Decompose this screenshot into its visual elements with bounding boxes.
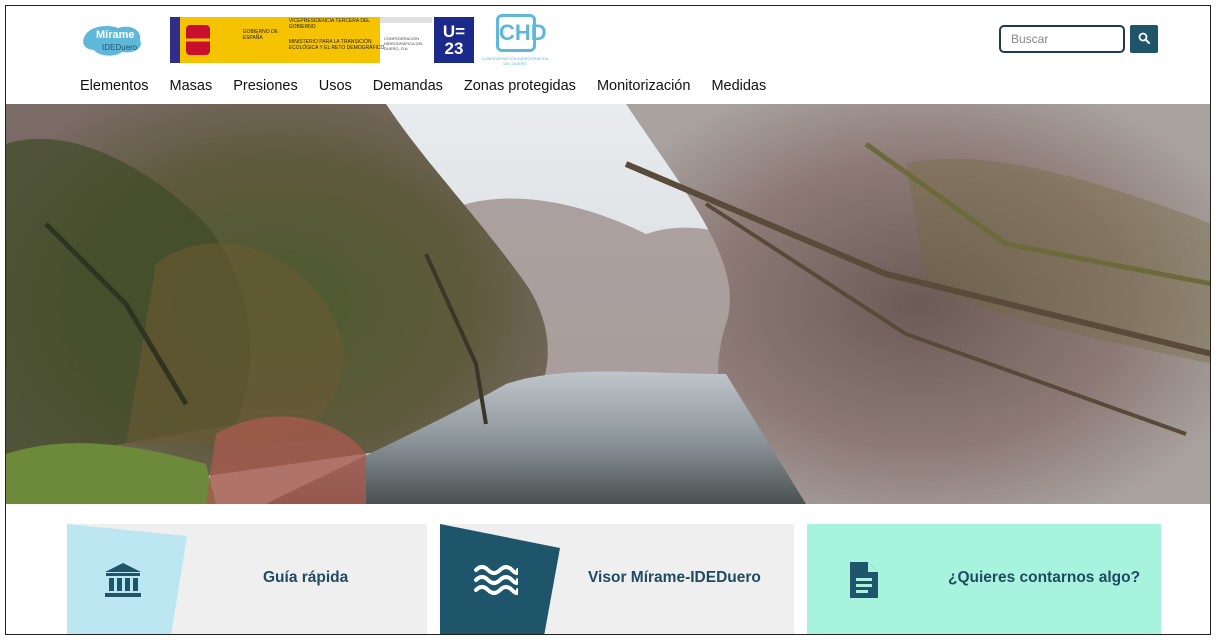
search-button[interactable]: [1130, 25, 1158, 53]
site-header: Mírame IDEDuero GOBIERNO DE ESPAÑA VICEP…: [6, 6, 1210, 104]
document-icon: [841, 558, 885, 602]
chd-subtitle: CONFEDERACIÓN HIDROGRÁFICA DEL DUERO: [481, 56, 549, 66]
ministerio-text: MINISTERIO PARA LA TRANSICIÓN ECOLÓGICA …: [288, 39, 385, 51]
search-input[interactable]: [999, 25, 1125, 53]
page-frame: Mírame IDEDuero GOBIERNO DE ESPAÑA VICEP…: [5, 5, 1211, 635]
u23-bottom-text: 23: [444, 39, 464, 58]
mirame-ideduero-logo[interactable]: Mírame IDEDuero: [78, 20, 148, 60]
main-nav: Elementos Masas Presiones Usos Demandas …: [80, 76, 787, 98]
confederacion-text: CONFEDERACIÓN HIDROGRÁFICA DEL DUERO, O.…: [384, 36, 424, 51]
visor-label: Visor Mírame-IDEDuero: [588, 569, 761, 586]
nav-item-zonas-protegidas[interactable]: Zonas protegidas: [464, 76, 576, 98]
guia-rapida-label: Guía rápida: [263, 569, 349, 586]
logo-divider: [380, 17, 432, 23]
u23-top-text: U=: [442, 22, 466, 41]
vicepresidencia-text: VICEPRESIDENCIA TERCERA DEL GOBIERNO: [288, 18, 370, 30]
visor-card[interactable]: Visor Mírame-IDEDuero: [440, 524, 794, 634]
nav-item-monitorizacion[interactable]: Monitorización: [597, 76, 691, 98]
bank-building-icon: [101, 558, 145, 602]
eu-flag-stripe: [170, 17, 180, 63]
water-waves-icon: [474, 558, 518, 602]
search-icon: [1138, 32, 1150, 47]
logo-line2: IDEDuero: [102, 43, 138, 52]
coat-of-arms-icon: [179, 17, 239, 63]
hero-image: [6, 104, 1210, 504]
quick-links: Guía rápida Visor Mírame-IDEDuero ¿Quier…: [6, 524, 1210, 634]
u23-logo[interactable]: U= 23: [434, 17, 474, 63]
chd-mark: CHD: [496, 14, 547, 52]
nav-item-elementos[interactable]: Elementos: [80, 76, 149, 98]
nav-item-masas[interactable]: Masas: [170, 76, 213, 98]
contacto-card[interactable]: ¿Quieres contarnos algo?: [807, 524, 1161, 634]
nav-item-demandas[interactable]: Demandas: [373, 76, 443, 98]
nav-item-usos[interactable]: Usos: [319, 76, 352, 98]
gobierno-espana-logo[interactable]: GOBIERNO DE ESPAÑA VICEPRESIDENCIA TERCE…: [170, 17, 384, 63]
guia-rapida-card[interactable]: Guía rápida: [67, 524, 427, 634]
nav-item-presiones[interactable]: Presiones: [233, 76, 297, 98]
chd-logo[interactable]: CHD CONFEDERACIÓN HIDROGRÁFICA DEL DUERO: [480, 14, 550, 66]
logo-line1: Mírame: [96, 29, 135, 41]
nav-item-medidas[interactable]: Medidas: [711, 76, 766, 98]
gobierno-text: GOBIERNO DE ESPAÑA: [242, 29, 279, 41]
contacto-label: ¿Quieres contarnos algo?: [948, 569, 1141, 586]
